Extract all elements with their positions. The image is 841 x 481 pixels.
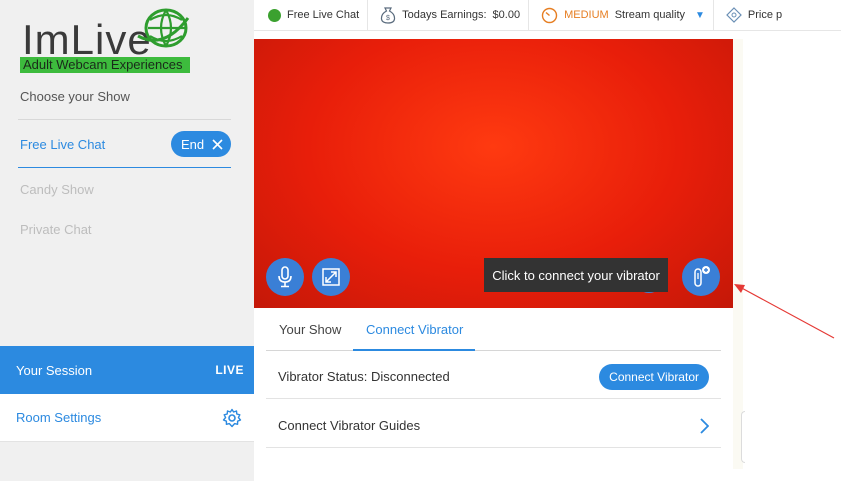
quality-level: MEDIUM [564, 9, 609, 21]
your-session-bar[interactable]: Your Session LIVE [0, 346, 254, 394]
price-tag-icon [726, 7, 742, 23]
end-button-label: End [181, 136, 205, 152]
gear-icon[interactable] [222, 408, 242, 428]
app-root: ImLive Adult Webcam Experiences Choose y… [0, 0, 841, 481]
online-status-dot [268, 8, 281, 22]
fullscreen-button[interactable] [312, 258, 350, 296]
microphone-button[interactable] [266, 258, 304, 296]
show-item-free-live-chat[interactable]: Free Live Chat [20, 137, 105, 152]
end-show-button[interactable]: End [171, 131, 231, 157]
earnings-status: $ Todays Earnings: $0.00 [368, 0, 530, 30]
price-status: Price p [714, 0, 790, 30]
vibrator-status-row: Vibrator Status: Disconnected Connect Vi… [266, 355, 721, 399]
vibrator-add-icon [694, 266, 710, 287]
show-item-candy-show[interactable]: Candy Show [20, 182, 94, 197]
session-label: Your Session [16, 362, 93, 378]
microphone-icon [278, 266, 292, 288]
earnings-value: $0.00 [492, 9, 521, 21]
connect-vibrator-tooltip: Click to connect your vibrator [484, 258, 668, 292]
chat-mode-status: Free Live Chat [254, 0, 369, 30]
vibrator-guides-row[interactable]: Connect Vibrator Guides [266, 404, 721, 448]
gauge-icon [541, 7, 558, 23]
chat-mode-label: Free Live Chat [287, 9, 360, 21]
logo-tagline: Adult Webcam Experiences [20, 57, 190, 73]
room-settings-label: Room Settings [16, 410, 102, 425]
top-status-bar: Free Live Chat $ Todays Earnings: $0.00 … [254, 0, 841, 31]
logo: ImLive Adult Webcam Experiences [18, 6, 198, 76]
show-panel: Your Show Connect Vibrator Vibrator Stat… [254, 308, 733, 481]
money-bag-icon: $ [381, 7, 396, 24]
sidebar: ImLive Adult Webcam Experiences Choose y… [0, 0, 254, 481]
caret-down-icon[interactable]: ▼ [695, 10, 705, 21]
globe-logo-icon [137, 8, 190, 48]
tab-connect-vibrator[interactable]: Connect Vibrator [366, 322, 463, 337]
quality-label: Stream quality [614, 9, 685, 21]
chevron-right-icon[interactable] [699, 417, 709, 434]
choose-show-label: Choose your Show [20, 89, 130, 104]
price-label: Price p [747, 9, 783, 21]
fullscreen-icon [322, 268, 340, 286]
svg-text:$: $ [386, 15, 390, 22]
active-tab-underline [353, 349, 475, 351]
panel-tabs: Your Show Connect Vibrator [266, 308, 721, 351]
vibrator-status-text: Vibrator Status: Disconnected [278, 369, 450, 384]
right-edge-strip [733, 39, 743, 469]
room-settings-row[interactable]: Room Settings [0, 394, 254, 442]
show-item-private-chat[interactable]: Private Chat [20, 222, 92, 237]
stream-quality-selector[interactable]: MEDIUM Stream quality ▼ [529, 0, 714, 30]
earnings-label: Todays Earnings: [402, 9, 487, 21]
active-show-underline [18, 167, 231, 168]
right-edge-tab[interactable] [741, 411, 745, 463]
tab-your-show[interactable]: Your Show [279, 322, 341, 337]
close-icon [212, 138, 223, 150]
vibrator-guides-label: Connect Vibrator Guides [278, 418, 421, 433]
live-badge: LIVE [215, 363, 244, 377]
connect-vibrator-button[interactable]: Connect Vibrator [599, 363, 709, 390]
sidebar-divider [18, 119, 231, 120]
connect-vibrator-video-button[interactable] [682, 258, 720, 296]
